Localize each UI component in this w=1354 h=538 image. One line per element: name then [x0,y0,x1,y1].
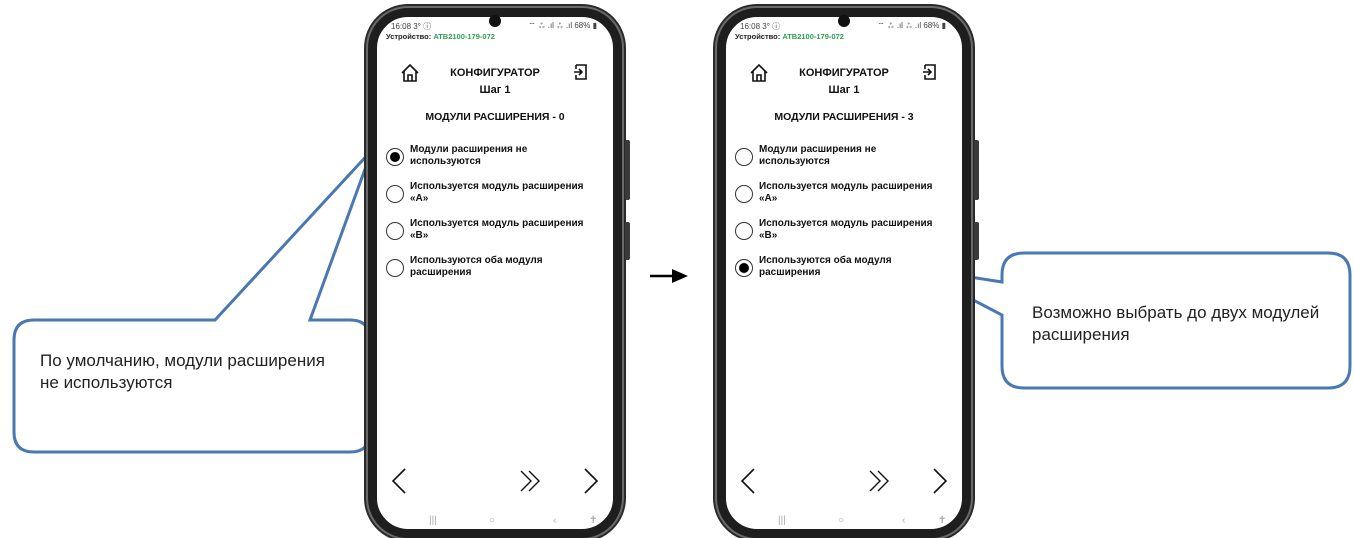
recent-apps-icon[interactable]: ||| [429,515,437,526]
phone-left: 16:08 3° ⓘ ⌔ ⁂ .ıl ⁂ .ıl 68% ▮ Устройств… [368,8,622,538]
step-label: Шаг 1 [828,84,860,96]
option-label: Используется модуль расширения «А» [410,181,584,204]
side-button [974,140,979,200]
chevron-right-icon[interactable] [583,467,599,495]
recent-apps-icon[interactable]: ||| [778,515,786,526]
device-id: ATB2100-179-072 [782,32,844,41]
side-button [625,222,630,260]
option-label: Модули расширения не используются [759,144,877,167]
section-title: МОДУЛИ РАСШИРЕНИЯ - 3 [774,111,914,123]
exit-icon[interactable] [922,63,938,81]
option-label: Используется модуль расширения «В» [759,218,933,241]
back-icon[interactable]: ‹ [553,515,556,526]
callout-left-text: По умолчанию, модули расширения не испол… [40,351,325,392]
system-nav-bar: ||| ○ ‹ ✝ [377,515,613,533]
double-chevron-right-icon[interactable] [519,467,543,495]
radio-button[interactable] [386,148,404,166]
option-label: Используется модуль расширения «А» [759,181,933,204]
front-camera [489,15,501,27]
device-label: Устройство: [735,32,783,41]
system-nav-bar: ||| ○ ‹ ✝ [726,515,962,533]
status-indicators: ⌔ ⁂ .ıl ⁂ .ıl 68% ▮ [877,21,946,30]
exit-icon[interactable] [573,63,589,81]
home-circle-icon[interactable]: ○ [838,515,844,526]
status-time: 16:08 3° ⓘ [391,22,432,31]
option-label: Модули расширения не используются [410,144,528,167]
radio-button[interactable] [386,222,404,240]
radio-button[interactable] [735,259,753,277]
radio-button[interactable] [735,185,753,203]
front-camera [838,15,850,27]
option-label: Используются оба модуля расширения [759,255,892,278]
section-title: МОДУЛИ РАСШИРЕНИЯ - 0 [425,111,565,123]
step-label: Шаг 1 [479,84,511,96]
option-label: Используется модуль расширения «В» [410,218,584,241]
radio-button[interactable] [386,259,404,277]
chevron-left-icon[interactable] [740,467,756,495]
device-id: ATB2100-179-072 [433,32,495,41]
device-line: Устройство: ATB2100-179-072 [735,32,844,41]
radio-button[interactable] [735,222,753,240]
device-line: Устройство: ATB2100-179-072 [386,32,495,41]
status-time: 16:08 3° ⓘ [740,22,781,31]
radio-button[interactable] [386,185,404,203]
callout-right-text: Возможно выбрать до двух модулей расшире… [1032,303,1320,344]
status-indicators: ⌔ ⁂ .ıl ⁂ .ıl 68% ▮ [528,21,597,30]
accessibility-icon[interactable]: ✝ [589,515,597,526]
side-button [974,222,979,260]
chevron-right-icon[interactable] [932,467,948,495]
arrow-right-icon [650,269,688,283]
radio-button[interactable] [735,148,753,166]
double-chevron-right-icon[interactable] [868,467,892,495]
phone-right: 16:08 3° ⓘ ⌔ ⁂ .ıl ⁂ .ıl 68% ▮ Устройств… [717,8,971,538]
chevron-left-icon[interactable] [391,467,407,495]
accessibility-icon[interactable]: ✝ [938,515,946,526]
callout-left-shape [12,148,374,454]
side-button [625,140,630,200]
device-label: Устройство: [386,32,434,41]
home-circle-icon[interactable]: ○ [489,515,495,526]
option-label: Используются оба модуля расширения [410,255,543,278]
back-icon[interactable]: ‹ [902,515,905,526]
